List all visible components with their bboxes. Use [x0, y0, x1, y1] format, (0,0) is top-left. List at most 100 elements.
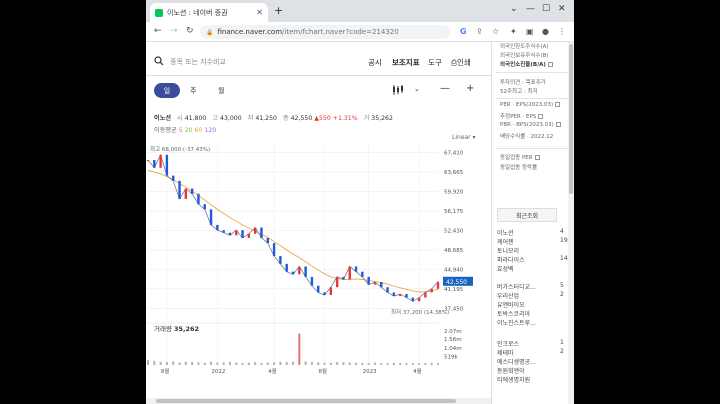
volume-bar: [392, 362, 395, 365]
forward-icon[interactable]: →: [170, 26, 178, 36]
back-icon[interactable]: ←: [154, 26, 162, 36]
candle: [354, 266, 358, 272]
tools-button[interactable]: 도구: [428, 57, 442, 68]
chevron-down-icon[interactable]: ⌄: [414, 85, 420, 93]
volume-bar: [285, 362, 288, 365]
reload-icon[interactable]: ↻: [186, 26, 194, 36]
close-window-icon[interactable]: ✕: [558, 4, 566, 14]
disclosure-button[interactable]: 공시: [368, 57, 382, 68]
volume-bar: [191, 362, 194, 365]
side-panel-icon[interactable]: ▣: [526, 27, 534, 36]
volume-bar: [329, 362, 332, 365]
tab-close-icon[interactable]: ✕: [256, 8, 263, 17]
price-chart[interactable]: 67,410 63,665 59,920 56,175 52,430 48,685 44,9…: [146, 143, 491, 398]
candle: [184, 188, 188, 199]
period-month-button[interactable]: 월: [218, 83, 224, 98]
vertical-scrollbar[interactable]: [568, 42, 574, 404]
volume-bar: [424, 363, 427, 365]
date-tick-label: 2022: [211, 369, 225, 375]
candle: [373, 282, 377, 285]
recent-item[interactable]: 효성벡: [497, 264, 514, 273]
volume-bar: [411, 363, 414, 365]
profile-avatar-icon[interactable]: ●: [542, 27, 549, 36]
recent-item[interactable]: 이노션: [497, 228, 514, 237]
maximize-icon[interactable]: ☐: [542, 4, 550, 14]
print-button[interactable]: ⎙인쇄: [451, 57, 471, 68]
indicator-button[interactable]: 보조지표: [392, 57, 420, 68]
recent-item[interactable]: 제테마: [497, 348, 514, 357]
search-icon[interactable]: [154, 56, 164, 66]
volume-bar: [203, 362, 206, 365]
volume-bar: [279, 361, 282, 365]
candle: [298, 266, 301, 275]
volume-bar: [380, 363, 383, 365]
recent-item-count: 2: [560, 291, 564, 298]
candle: [209, 209, 213, 225]
candle: [197, 193, 200, 205]
volume-bar: [273, 362, 276, 365]
candle: [153, 160, 156, 168]
chart-grid: [146, 152, 438, 309]
candle: [386, 287, 389, 293]
candle: [304, 266, 307, 277]
recent-item[interactable]: 티에생명자원: [497, 375, 530, 384]
period-selector: 일 주 월 ⌄ — +: [146, 80, 491, 102]
date-tick-label: 4월: [413, 367, 422, 375]
close-price: 42,550: [290, 115, 313, 122]
info-toggle-icon[interactable]: [555, 122, 561, 127]
recent-item[interactable]: 이노진스트루...: [497, 318, 536, 327]
volume-tick-label: 1.04m: [444, 346, 462, 352]
url-field[interactable]: 🔒 finance.naver.com/item/fchart.naver?co…: [200, 25, 450, 39]
sidebar-item: PER · EPS(2023.03): [500, 102, 561, 108]
recent-views-tab[interactable]: 최근조회: [497, 208, 557, 222]
ma60-label[interactable]: 60: [195, 127, 203, 134]
recent-item[interactable]: 토박스코리아: [497, 309, 530, 318]
search-input[interactable]: 종목 또는 지수비교: [170, 57, 226, 67]
extensions-icon[interactable]: ✦: [510, 27, 517, 36]
recent-item[interactable]: 파라다이스: [497, 255, 525, 264]
ma20-label[interactable]: 20: [185, 127, 193, 134]
info-toggle-icon[interactable]: [555, 102, 561, 107]
minimize-icon[interactable]: —: [526, 4, 535, 14]
candle: [430, 288, 433, 293]
recent-item[interactable]: 우리산업: [497, 291, 519, 300]
horizontal-scrollbar[interactable]: [146, 398, 491, 404]
recent-item[interactable]: 유엔바이오: [497, 300, 525, 309]
candle: [392, 292, 396, 297]
recent-item[interactable]: 동원회엔이: [497, 366, 525, 375]
bookmark-star-icon[interactable]: ☆: [492, 27, 499, 36]
info-toggle-icon[interactable]: [538, 114, 544, 119]
google-icon[interactable]: G: [460, 27, 467, 36]
zoom-out-icon[interactable]: —: [440, 83, 450, 94]
volume-bar: [266, 362, 269, 365]
sidebar-item: 투자의견 : 목표주가: [500, 80, 546, 86]
tab-search-icon[interactable]: ⌄: [510, 4, 518, 14]
info-toggle-icon[interactable]: [534, 155, 540, 160]
ma120-label[interactable]: 120: [204, 127, 216, 134]
horizontal-scroll-thumb[interactable]: [156, 399, 456, 403]
volume-bar: [430, 362, 433, 365]
share-icon[interactable]: ⇪: [476, 27, 483, 36]
info-toggle-icon[interactable]: [547, 62, 553, 67]
open-price: 41,800: [184, 115, 207, 122]
recent-item-count: 2: [560, 348, 564, 355]
zoom-in-icon[interactable]: +: [466, 83, 474, 94]
browser-menu-icon[interactable]: ⋮: [558, 27, 566, 36]
recent-item[interactable]: 에스디생명공...: [497, 357, 536, 366]
candle-type-icon[interactable]: [392, 84, 404, 96]
period-day-button[interactable]: 일: [154, 83, 180, 98]
stock-sidebar: 외국인한도주식수(A) 외국인보유주식수(B) 외국인소진율(B/A) 투자의견…: [491, 42, 574, 404]
new-tab-icon[interactable]: +: [274, 4, 283, 17]
recent-item[interactable]: 인크로스: [497, 339, 519, 348]
candle: [279, 256, 282, 264]
recent-item[interactable]: 케어젠: [497, 237, 514, 246]
ma5-label[interactable]: 5: [179, 127, 183, 134]
sidebar-divider: [496, 98, 568, 99]
scale-dropdown[interactable]: Linear ▾: [452, 134, 476, 141]
recent-item[interactable]: 버가스터디교...: [497, 282, 536, 291]
recent-item[interactable]: 토니모리: [497, 246, 519, 255]
period-week-button[interactable]: 주: [190, 83, 196, 98]
max-price-label: 최고 68,000 (-37.43%): [150, 145, 210, 153]
vertical-scroll-thumb[interactable]: [569, 44, 573, 194]
browser-tab[interactable]: 이노션 : 네이버 증권 ✕: [150, 3, 268, 22]
